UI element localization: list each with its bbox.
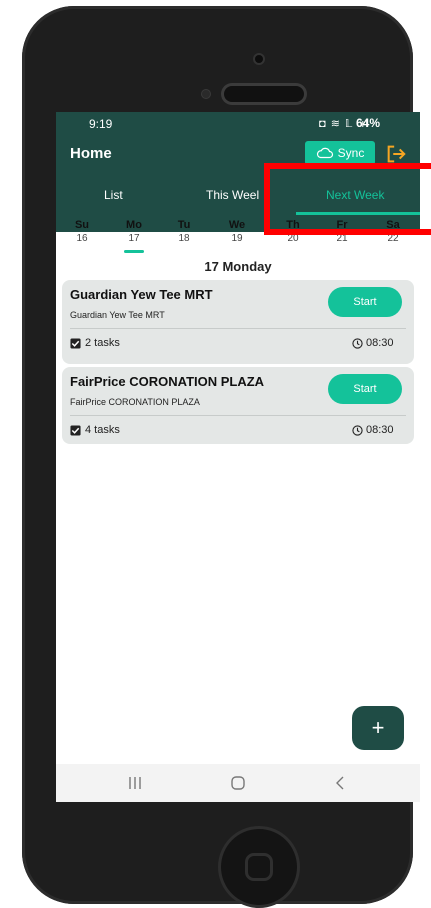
sync-button[interactable]: Sync [305, 141, 375, 165]
back-icon[interactable] [328, 774, 352, 792]
visit-time-label: 08:30 [366, 337, 394, 349]
battery-level: 64% [356, 116, 381, 130]
visit-time: 08:30 [352, 424, 394, 436]
status-time: 9:19 [89, 117, 113, 131]
tab-list[interactable]: List [104, 188, 123, 202]
hardware-home-button[interactable] [221, 829, 297, 905]
checkbox-icon [70, 424, 81, 436]
clock-icon [352, 337, 363, 349]
proximity-sensor [202, 90, 210, 98]
task-count: 4 tasks [70, 424, 120, 436]
day-monday[interactable]: Mo 17 [114, 219, 154, 244]
visit-time-label: 08:30 [366, 424, 394, 436]
day-name: We [228, 219, 246, 231]
earpiece-speaker [224, 86, 304, 102]
logout-button[interactable] [385, 143, 407, 165]
day-tuesday[interactable]: Tu 18 [164, 219, 204, 244]
start-button[interactable]: Start [328, 287, 402, 317]
page-title: Home [70, 145, 112, 162]
visit-card[interactable]: Guardian Yew Tee MRT Guardian Yew Tee MR… [62, 280, 414, 364]
recent-apps-icon[interactable] [123, 774, 147, 792]
selected-day-indicator [124, 250, 144, 253]
task-count-label: 4 tasks [85, 424, 120, 436]
day-date: 17 [128, 233, 140, 244]
add-visit-button[interactable]: + [352, 706, 404, 750]
visit-name: FairPrice CORONATION PLAZA [70, 374, 265, 389]
day-name: Mo [126, 219, 142, 231]
highlight-annotation [264, 163, 431, 235]
system-nav-bar [56, 764, 420, 802]
card-divider [70, 415, 406, 416]
start-button[interactable]: Start [328, 374, 402, 404]
visit-subtitle: FairPrice CORONATION PLAZA [70, 397, 200, 407]
tab-this-week[interactable]: This Weel [206, 188, 259, 202]
day-date: 16 [76, 233, 88, 244]
home-icon[interactable] [226, 774, 250, 792]
logout-icon [387, 145, 406, 163]
cloud-icon [316, 147, 333, 159]
clock-icon [352, 424, 363, 436]
card-divider [70, 328, 406, 329]
checkbox-icon [70, 337, 81, 349]
day-date: 19 [231, 233, 243, 244]
date-heading: 17 Monday [204, 259, 272, 274]
visit-name: Guardian Yew Tee MRT [70, 287, 213, 302]
day-wednesday[interactable]: We 19 [217, 219, 257, 244]
day-sunday[interactable]: Su 16 [62, 219, 102, 244]
task-count: 2 tasks [70, 337, 120, 349]
sync-label: Sync [337, 146, 365, 160]
visit-card[interactable]: FairPrice CORONATION PLAZA FairPrice COR… [62, 367, 414, 444]
day-name: Su [74, 219, 90, 231]
visit-subtitle: Guardian Yew Tee MRT [70, 310, 165, 320]
visit-time: 08:30 [352, 337, 394, 349]
front-camera [255, 55, 263, 63]
day-date: 18 [178, 233, 190, 244]
day-name: Tu [177, 219, 191, 231]
task-count-label: 2 tasks [85, 337, 120, 349]
